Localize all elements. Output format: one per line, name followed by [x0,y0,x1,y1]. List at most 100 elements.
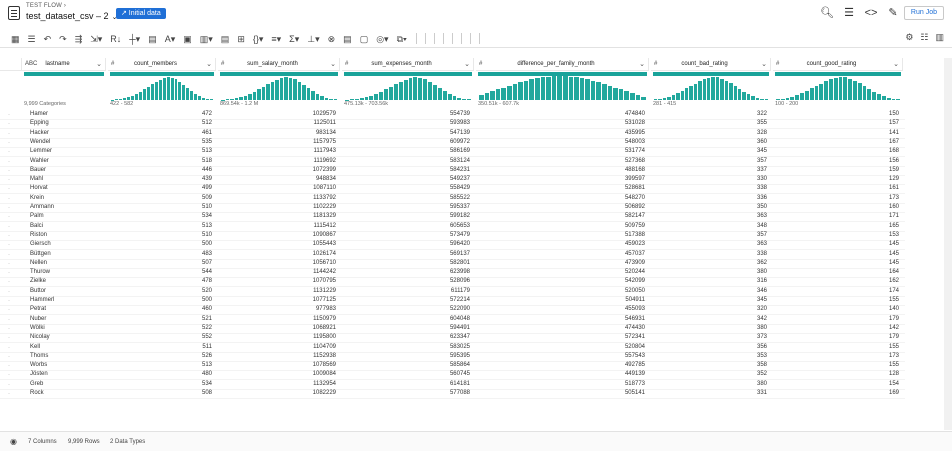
table-row[interactable]: · Nuber 521 1150979 604048 546931 342 179 [0,316,905,325]
nest-icon[interactable]: ▤ [218,32,233,46]
table-row[interactable]: · Zielke 478 1070795 528096 542099 316 162 [0,278,905,288]
column-header[interactable]: # count_members ⌄ [108,58,216,71]
table-row[interactable]: · Rock 508 1082229 577088 505141 331 169 [0,390,905,399]
table-row[interactable]: · Palm 534 1181329 599182 582147 363 171 [0,213,905,223]
table-row[interactable]: · Wendel 535 1157975 609972 548003 360 167 [0,139,905,148]
column-icon[interactable]: ┼▾ [126,32,143,46]
column-header[interactable]: # difference_per_family_month ⌄ [476,58,649,71]
column-header[interactable]: ABC lastname ⌄ [22,58,106,71]
split-icon[interactable]: ▤ [145,32,160,46]
table-row[interactable]: · Buttor 520 1131229 611179 520050 346 174 [0,288,905,297]
merge-icon[interactable]: ⊞ [234,32,248,46]
column-histogram[interactable] [111,76,214,100]
table-row[interactable]: · Jösten 480 1009084 560745 449139 352 128 [0,371,905,381]
column-menu-chevron-icon[interactable]: ⌄ [893,60,899,68]
grid-view-icon[interactable]: ▦ [8,32,23,46]
list-view-icon[interactable]: ☰ [25,32,39,46]
histogram-bar [809,88,814,100]
column-header[interactable]: # count_bad_rating ⌄ [651,58,771,71]
table-row[interactable]: · Bauer 446 1072399 584231 488168 337 159 [0,167,905,176]
table-row[interactable]: · Riston 510 1090867 573479 517388 357 153 [0,232,905,241]
table-row[interactable]: · Wahler 518 1119692 583124 527368 357 156 [0,158,905,167]
more-icon[interactable]: ⧉▾ [394,32,410,46]
numeric-cell: 350 [756,204,767,210]
column-histogram[interactable] [221,76,337,100]
numeric-cell: 1029579 [312,111,336,117]
column-header[interactable]: # count_good_rating ⌄ [773,58,903,71]
histogram-bar [484,93,490,100]
column-name: lastname [45,61,70,67]
column-menu-chevron-icon[interactable]: ⌄ [464,60,470,68]
code-icon[interactable]: <> [864,6,878,20]
column-histogram[interactable] [345,76,472,100]
run-job-button[interactable]: Run Job [903,6,944,20]
column-menu-chevron-icon[interactable]: ⌄ [96,60,102,68]
dataset-title[interactable]: test_dataset_csv – 2 ⌄ [26,11,117,21]
table-row[interactable]: · Horvat 499 1087110 558429 528681 338 161 [0,185,905,195]
column-histogram[interactable] [654,76,768,100]
eye-icon[interactable]: ◉ [10,437,17,446]
flow-breadcrumb[interactable]: TEST FLOW › [26,3,66,9]
column-header[interactable]: # sum_salary_month ⌄ [218,58,340,71]
restructure-icon[interactable]: ⇶ [72,32,86,46]
numeric-cell: 572341 [624,334,645,341]
row-marker: · [8,288,10,295]
table-row[interactable]: · Thurow 544 1144242 623998 520244 380 164 [0,269,905,279]
numeric-cell: 595337 [449,204,470,210]
undo-icon[interactable]: ↶ [41,32,55,46]
vertical-scrollbar[interactable] [944,58,952,430]
lastname-cell: Thoms [30,352,49,359]
redo-icon[interactable]: ↷ [56,32,70,46]
row-number-icon[interactable]: R↓ [107,32,124,46]
table-row[interactable]: · Hacker 461 983134 547139 435995 328 141 [0,130,905,139]
table-row[interactable]: · Epping 512 1125011 593983 531028 355 157 [0,120,905,130]
table-row[interactable]: · Nellen 507 1056710 582801 473909 362 145 [0,260,905,269]
table-row[interactable]: · Thoms 526 1152938 595395 557543 353 173 [0,353,905,362]
table-row[interactable]: · Mahl 439 948834 549237 399597 330 129 [0,176,905,186]
numeric-cell: 169 [888,390,899,396]
text-format-icon[interactable]: A▾ [162,32,179,46]
list-icon[interactable]: ☰ [842,6,856,20]
recipe-icon[interactable] [8,6,20,20]
initial-data-badge[interactable]: ↗ Initial data [116,8,166,19]
column-menu-chevron-icon[interactable]: ⌄ [639,60,645,68]
column-histogram[interactable] [479,76,646,100]
column-header[interactable]: # sum_expenses_month ⌄ [342,58,474,71]
table-row[interactable]: · Ammann 510 1102229 595337 506892 350 160 [0,204,905,213]
table-row[interactable]: · Giersch 500 1055443 596420 459023 363 145 [0,241,905,251]
filter-rows-icon[interactable]: ▥▾ [197,32,216,46]
transform-icon[interactable]: ⇲▾ [87,32,105,46]
table-row[interactable]: · Hamer 472 1029579 554739 474840 322 150 [0,111,905,120]
sum-icon[interactable]: Σ▾ [286,32,302,46]
sort-icon[interactable]: ≡▾ [268,32,284,46]
table-row[interactable]: · Nicolay 552 1195800 623347 572341 373 179 [0,334,905,344]
hierarchy-icon[interactable]: ⊥▾ [304,32,322,46]
column-menu-chevron-icon[interactable]: ⌄ [206,60,212,68]
table-row[interactable]: · Lemmer 513 1117943 586169 531774 345 168 [0,148,905,158]
comment-icon[interactable]: ▢ [357,32,372,46]
macro-icon[interactable]: ◎▾ [373,32,391,46]
table-row[interactable]: · Büttgen 483 1026174 569137 457037 338 145 [0,251,905,260]
table-row[interactable]: · Wölki 522 1068921 594491 474430 380 142 [0,325,905,334]
union-icon[interactable]: ▤ [340,32,355,46]
table-row[interactable]: · Petrat 460 977983 522090 455093 320 140 [0,306,905,316]
wrap-icon[interactable]: ▥ [935,32,944,43]
columns-icon[interactable]: ☷ [920,32,928,43]
table-row[interactable]: · Balci 513 1115412 605653 509759 348 165 [0,223,905,232]
table-row[interactable]: · Worbs 513 1078569 585864 492785 358 155 [0,362,905,372]
column-menu-chevron-icon[interactable]: ⌄ [330,60,336,68]
settings-icon[interactable]: ⚙ [905,32,913,43]
extract-icon[interactable]: {}▾ [250,32,267,46]
table-row[interactable]: · Hammerl 500 1077125 572214 504911 345 155 [0,297,905,306]
table-row[interactable]: · Greb 534 1132954 614181 518773 380 154 [0,381,905,390]
table-row[interactable]: · Krein 509 1133792 585522 548270 336 173 [0,195,905,204]
search-icon[interactable]: 🔍︎ [820,6,834,20]
column-menu-chevron-icon[interactable]: ⌄ [761,60,767,68]
column-histogram[interactable] [776,76,901,100]
numeric-cell: 473909 [624,259,645,266]
clean-icon[interactable]: ▣ [180,32,195,46]
join-icon[interactable]: ⊗ [325,32,339,46]
eyedropper-icon[interactable]: ✎ [886,6,900,20]
row-marker: · [8,112,10,118]
table-row[interactable]: · Kell 511 1104709 583025 520804 356 155 [0,344,905,353]
